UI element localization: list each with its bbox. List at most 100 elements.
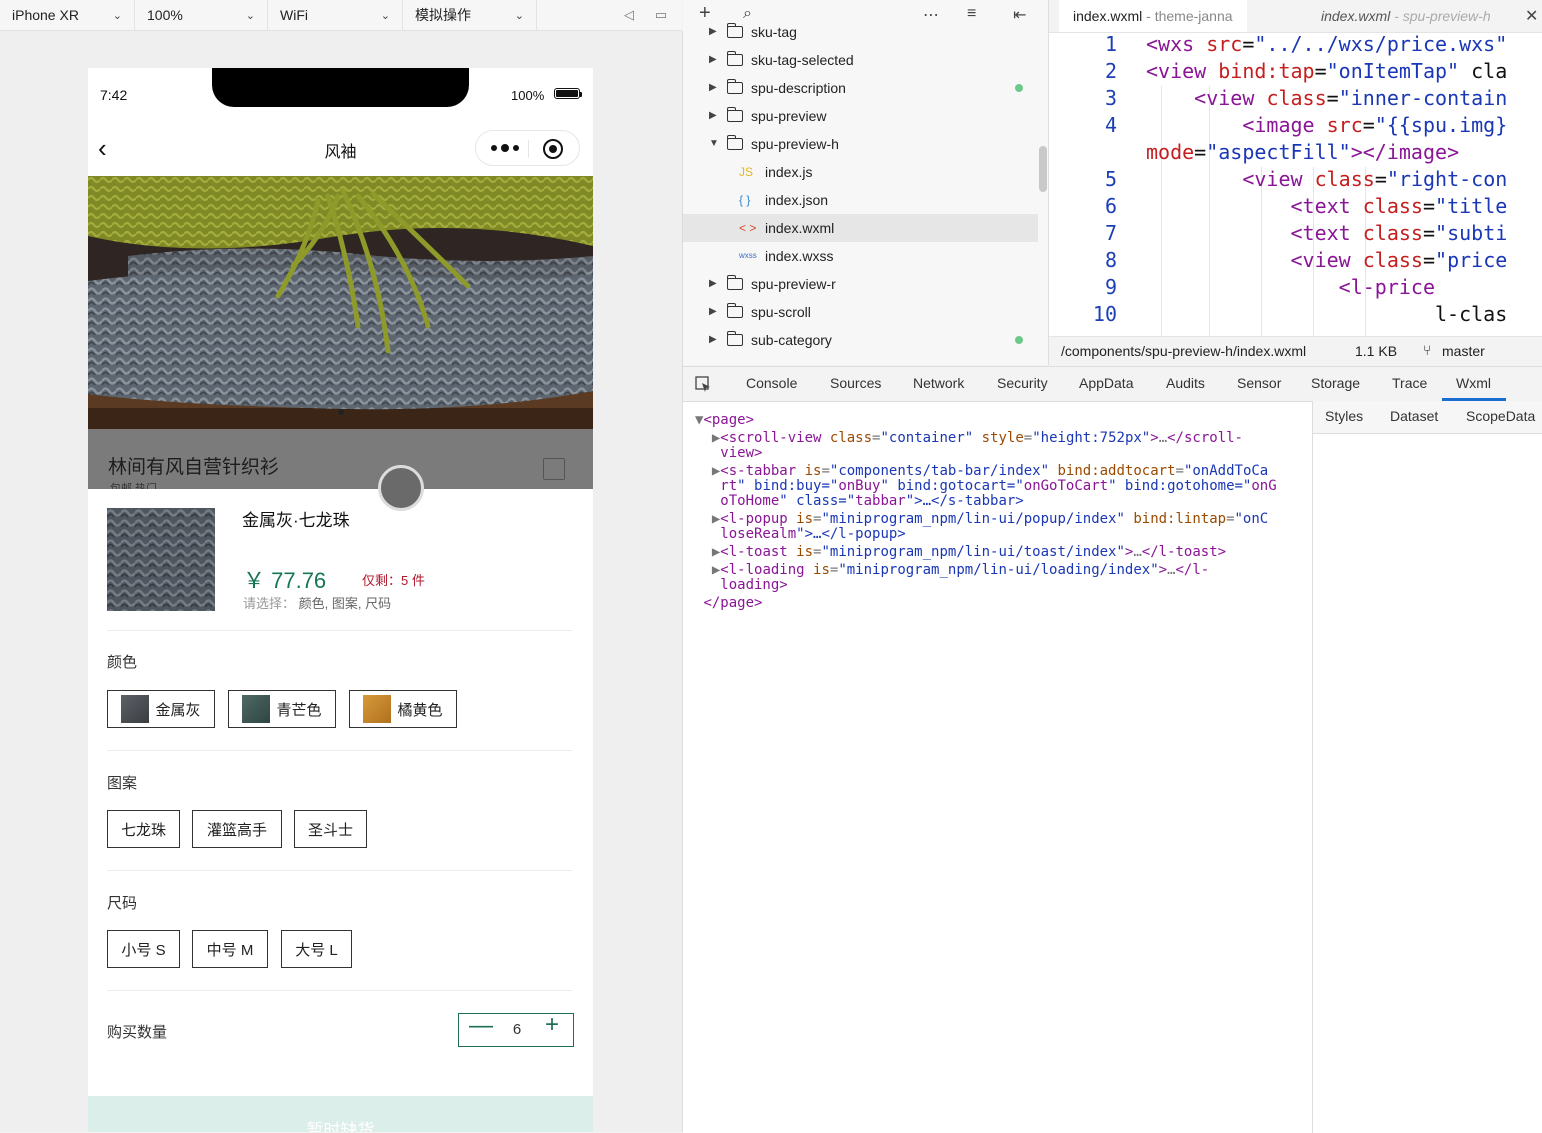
wxml-node-line[interactable]: loading> <box>695 578 787 593</box>
more-icon[interactable] <box>490 143 520 153</box>
file-tree-row[interactable]: ▶ spu-preview <box>683 102 1038 130</box>
devtools-tab-sources[interactable]: Sources <box>830 375 881 391</box>
wxml-node-line[interactable]: ▶<l-toast is="miniprogram_npm/lin-ui/toa… <box>695 545 1226 560</box>
collapse-arrow-icon[interactable]: ▶ <box>709 298 717 326</box>
capsule-menu[interactable] <box>475 130 580 166</box>
touch-cursor <box>378 465 424 511</box>
code-line[interactable]: mode="aspectFill"></image> <box>1146 140 1459 164</box>
file-tree-label: spu-description <box>751 80 846 96</box>
devtools-tab-storage[interactable]: Storage <box>1311 375 1360 391</box>
file-tree-row[interactable]: { } index.json <box>683 186 1038 214</box>
mute-icon[interactable]: ◁ <box>621 7 637 23</box>
share-icon[interactable] <box>543 458 565 480</box>
option-chip-size-2[interactable]: 中号 M <box>192 930 268 968</box>
inspector-tab-scopedata[interactable]: ScopeData <box>1466 408 1535 424</box>
collapse-arrow-icon[interactable]: ▶ <box>709 74 717 102</box>
device-select[interactable]: iPhone XR ⌄ <box>0 0 135 30</box>
close-miniprogram-icon[interactable] <box>543 139 563 159</box>
wxml-node-line[interactable]: ▶<l-loading is="miniprogram_npm/lin-ui/l… <box>695 563 1209 578</box>
file-tree-row[interactable]: JS index.js <box>683 158 1038 186</box>
capsule-divider <box>528 140 529 158</box>
git-branch[interactable]: master <box>1442 343 1485 359</box>
wxml-node-line[interactable]: oToHome" class="tabbar">…</s-tabbar> <box>695 494 1023 509</box>
wxml-node-line[interactable]: </page> <box>695 596 762 611</box>
collapse-arrow-icon[interactable]: ▶ <box>709 326 717 354</box>
collapse-arrow-icon[interactable]: ▶ <box>709 46 717 74</box>
code-line[interactable]: <text class="subti <box>1146 221 1508 245</box>
option-chip-pattern-2[interactable]: 灌篮高手 <box>192 810 282 848</box>
devtools-tab-wxml[interactable]: Wxml <box>1456 375 1491 391</box>
window-icon[interactable]: ▭ <box>653 7 669 23</box>
file-tree-row[interactable]: wxss index.wxss <box>683 242 1038 270</box>
file-tree-row[interactable]: ▶ spu-preview-r <box>683 270 1038 298</box>
option-chip-color-3[interactable]: 橘黄色 <box>349 690 457 728</box>
code-line[interactable]: <view class="inner-contain <box>1146 86 1507 110</box>
file-tree-row[interactable]: ▶ spu-scroll <box>683 298 1038 326</box>
code-line[interactable]: <image src="{{spu.img} <box>1146 113 1507 137</box>
editor-tab-active[interactable]: index.wxml - theme-janna <box>1059 0 1247 32</box>
inspect-element-icon[interactable] <box>695 376 711 392</box>
option-chip-color-2[interactable]: 青芒色 <box>228 690 336 728</box>
wxml-node-line[interactable]: ▶<l-popup is="miniprogram_npm/lin-ui/pop… <box>695 512 1268 527</box>
selection-hint: 请选择： 颜色, 图案, 尺码 <box>243 593 391 612</box>
devtools-tab-security[interactable]: Security <box>997 375 1048 391</box>
inspector-tab-dataset[interactable]: Dataset <box>1390 408 1438 424</box>
devtools-tab-audits[interactable]: Audits <box>1166 375 1205 391</box>
color-swatch <box>363 695 392 723</box>
devtools-tab-sensor[interactable]: Sensor <box>1237 375 1281 391</box>
increment-button[interactable]: + <box>545 1011 559 1039</box>
devtools-tab-network[interactable]: Network <box>913 375 964 391</box>
network-select[interactable]: WiFi ⌄ <box>268 0 403 30</box>
knit-scarf-photo <box>88 176 593 429</box>
wxml-node-line[interactable]: ▼<page> <box>695 413 754 428</box>
code-line[interactable]: <view class="price <box>1146 248 1508 272</box>
js-file-icon: JS <box>739 165 754 179</box>
product-hero-image[interactable] <box>88 176 593 429</box>
git-branch-icon: ⑂ <box>1423 342 1432 358</box>
close-tab-icon[interactable]: ✕ <box>1525 6 1538 26</box>
folder-icon <box>727 275 743 290</box>
code-line[interactable]: <wxs src="../../wxs/price.wxs" <box>1146 32 1507 56</box>
wxml-node-line[interactable]: rt" bind:buy="onBuy" bind:gotocart="onGo… <box>695 479 1276 494</box>
code-editor: index.wxml - theme-janna index.wxml - sp… <box>1049 0 1542 365</box>
option-chip-pattern-3[interactable]: 圣斗士 <box>294 810 367 848</box>
devtools-tab-trace[interactable]: Trace <box>1392 375 1427 391</box>
option-chip-color-1[interactable]: 金属灰 <box>107 690 215 728</box>
code-line[interactable]: <text class="title <box>1146 194 1508 218</box>
inspector-tab-styles[interactable]: Styles <box>1325 408 1363 424</box>
code-line[interactable]: l-clas <box>1146 302 1507 326</box>
quantity-stepper[interactable]: — 6 + <box>458 1011 574 1047</box>
wxml-node-line[interactable]: view> <box>695 446 762 461</box>
option-chip-pattern-1[interactable]: 七龙珠 <box>107 810 180 848</box>
option-chip-size-3[interactable]: 大号 L <box>281 930 352 968</box>
file-tree-row[interactable]: ▶ spu-description <box>683 74 1038 102</box>
wxml-node-line[interactable]: loseRealm">…</l-popup> <box>695 527 905 542</box>
color-swatch <box>121 695 150 723</box>
file-tree-scrollbar[interactable] <box>1039 146 1047 192</box>
devtools-tab-appdata[interactable]: AppData <box>1079 375 1133 391</box>
file-tree-row[interactable]: < > index.wxml <box>683 214 1038 242</box>
option-chip-label: 中号 M <box>206 941 254 959</box>
line-number: 4 <box>1104 113 1117 137</box>
collapse-arrow-icon[interactable]: ▶ <box>709 18 717 46</box>
collapse-arrow-icon[interactable]: ▶ <box>709 102 717 130</box>
divider <box>107 750 572 751</box>
file-tree-row[interactable]: ▶ sku-tag <box>683 18 1038 46</box>
wxml-node-line[interactable]: ▶<s-tabbar is="components/tab-bar/index"… <box>695 464 1268 479</box>
code-line[interactable]: <view class="right-con <box>1146 167 1507 191</box>
option-chip-size-1[interactable]: 小号 S <box>107 930 180 968</box>
simulator-toolbar: iPhone XR ⌄ 100% ⌄ WiFi ⌄ 模拟操作 ⌄ ◁ ▭ <box>0 0 682 31</box>
wxml-node-line[interactable]: ▶<scroll-view class="container" style="h… <box>695 431 1243 446</box>
operation-mode-select[interactable]: 模拟操作 ⌄ <box>403 0 537 30</box>
editor-tab-preview[interactable]: index.wxml - spu-preview-h <box>1307 0 1505 32</box>
collapse-arrow-icon[interactable]: ▶ <box>709 270 717 298</box>
file-tree-row[interactable]: ▼ spu-preview-h <box>683 130 1038 158</box>
file-tree-row[interactable]: ▶ sub-category <box>683 326 1038 354</box>
code-line[interactable]: <view bind:tap="onItemTap" cla <box>1146 59 1507 83</box>
zoom-select[interactable]: 100% ⌄ <box>135 0 268 30</box>
expand-arrow-icon[interactable]: ▼ <box>709 130 719 158</box>
file-tree-row[interactable]: ▶ sku-tag-selected <box>683 46 1038 74</box>
code-line[interactable]: <l-price <box>1146 275 1435 299</box>
chevron-down-icon: ⌄ <box>245 9 255 22</box>
devtools-tab-console[interactable]: Console <box>746 375 797 391</box>
